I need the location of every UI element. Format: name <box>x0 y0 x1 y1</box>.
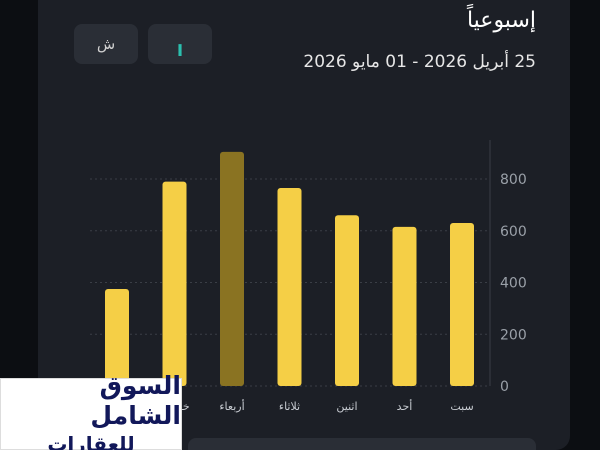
x-tick-label: أحد <box>397 399 413 413</box>
x-tick-label: سبت <box>450 400 473 413</box>
y-tick-label: 600 <box>500 224 527 240</box>
watermark-logo: السوق الشامل للعقارات <box>0 371 182 450</box>
bar-0[interactable] <box>450 222 474 386</box>
y-tick-label: 400 <box>500 276 527 292</box>
x-tick-label: ثلاثاء <box>279 400 300 413</box>
watermark-line1: السوق الشامل <box>90 371 181 430</box>
watermark-line2: للعقارات <box>47 432 135 450</box>
bar-5[interactable] <box>162 181 187 386</box>
bar-2[interactable] <box>335 215 359 386</box>
bar-4[interactable] <box>220 151 244 386</box>
bar-3[interactable] <box>277 188 302 386</box>
y-tick-label: 0 <box>500 379 509 395</box>
x-tick-label: اثنين <box>336 400 357 413</box>
y-tick-label: 200 <box>500 327 527 343</box>
bar-1[interactable] <box>392 226 417 386</box>
x-tick-label: أربعاء <box>219 399 244 413</box>
next-card-edge <box>188 438 536 450</box>
y-tick-label: 800 <box>500 172 527 188</box>
